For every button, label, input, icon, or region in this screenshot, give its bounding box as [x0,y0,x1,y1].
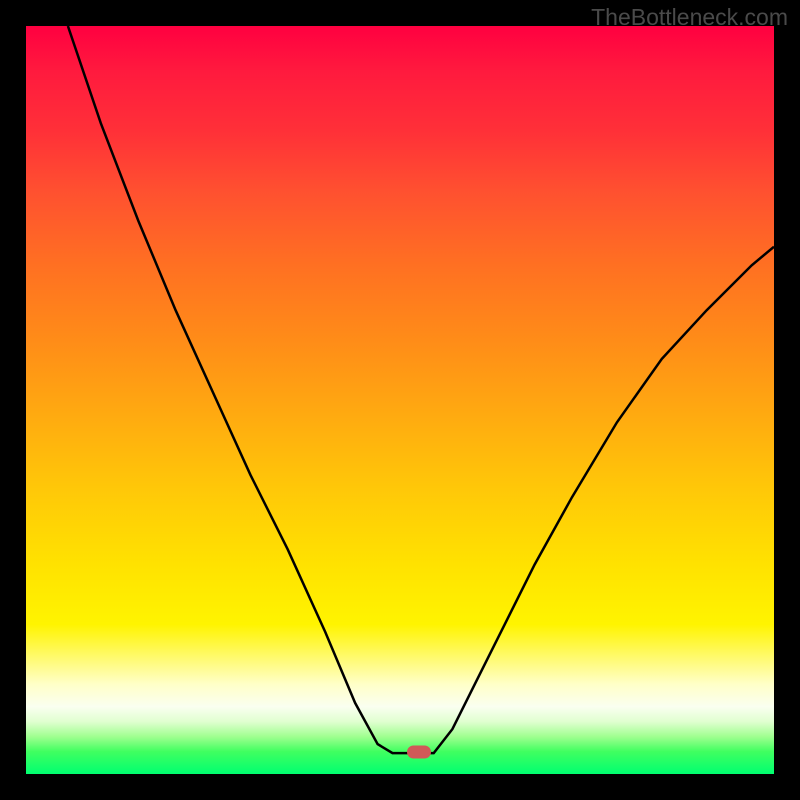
performance-curve [26,26,774,774]
chart-frame [26,26,774,774]
watermark-text: TheBottleneck.com [591,4,788,31]
optimal-point-marker [407,745,431,758]
